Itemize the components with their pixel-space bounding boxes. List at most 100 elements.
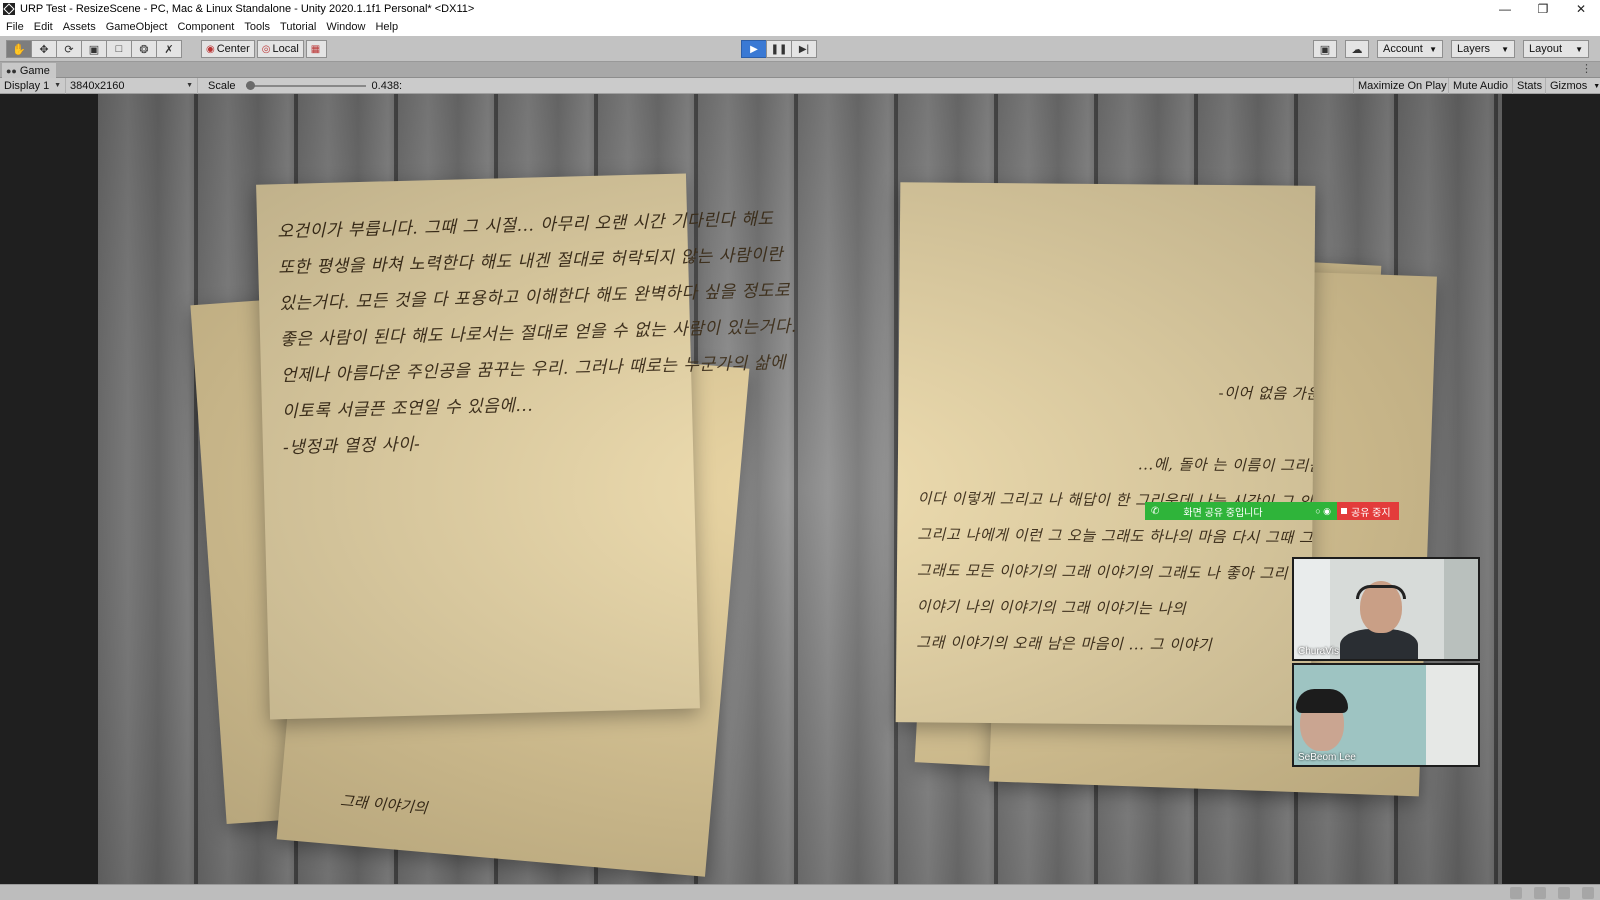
letter-line: 그래도 모든 이야기의 그래 이야기의 그래도 나 좋아 그리	[916, 561, 1289, 583]
pivot-center-button[interactable]: ◉ Center	[201, 40, 255, 58]
pause-button[interactable]: ❚❚	[766, 40, 792, 58]
letter-paper-right[interactable]: -이어 없음 가운데- ...에, 돌아 는 이름이 그리움이 남아 이다 이렇…	[895, 182, 1316, 726]
letter-paper-left[interactable]: 오건이가 부릅니다. 그때 그 시절... 아무리 오랜 시간 기다린다 해도 …	[256, 173, 797, 720]
stats-label: Stats	[1517, 80, 1543, 92]
menu-tools[interactable]: Tools	[244, 21, 277, 33]
screen-share-status[interactable]: ✆ 화면 공유 중입니다 ○ ◉	[1145, 502, 1337, 520]
lighting-icon[interactable]	[1558, 887, 1570, 899]
menu-assets[interactable]: Assets	[63, 21, 103, 33]
rotate-tool-button[interactable]: ⟳	[56, 40, 82, 58]
minimize-icon: —	[1499, 2, 1511, 16]
stats-toggle[interactable]: Stats	[1512, 78, 1546, 94]
scale-value: 0.438:	[371, 79, 403, 92]
account-dropdown[interactable]: Account ▼	[1377, 40, 1443, 58]
chevron-down-icon: ▼	[186, 82, 193, 89]
play-controls: ▶ ❚❚ ▶|	[741, 40, 817, 58]
participant-hair	[1296, 689, 1348, 713]
menu-window[interactable]: Window	[326, 21, 372, 33]
pivot-local-label: Local	[272, 43, 299, 55]
play-icon: ▶	[750, 43, 758, 55]
scale-tool-button[interactable]: ▣	[81, 40, 107, 58]
letter-line: 그리고 나에게 이런 그 오늘 그래도 하나의 마음 다시 그때 그 이야기 그	[917, 525, 1315, 547]
cloud-button[interactable]: ☁	[1345, 40, 1369, 58]
back-paper-text: 그래 이야기의	[339, 791, 429, 818]
letter-line: 오건이가 부릅니다. 그때 그 시절... 아무리 오랜 시간 기다린다 해도	[277, 209, 774, 243]
move-tool-button[interactable]: ✥	[31, 40, 57, 58]
menu-component[interactable]: Component	[177, 21, 241, 33]
rect-tool-icon: □	[115, 43, 123, 55]
screen-share-bar: ✆ 화면 공유 중입니다 ○ ◉ 공유 중지	[1145, 502, 1399, 520]
letter-line: 좋은 사람이 된다 해도 나로서는 절대로 얻을 수 없는 사람이 있는거다.	[279, 316, 798, 351]
step-button[interactable]: ▶|	[791, 40, 817, 58]
letter-text-left: 오건이가 부릅니다. 그때 그 시절... 아무리 오랜 시간 기다린다 해도 …	[277, 201, 800, 466]
move-tool-icon: ✥	[39, 43, 49, 56]
close-button[interactable]: ✕	[1562, 0, 1600, 18]
menu-edit[interactable]: Edit	[34, 21, 60, 33]
game-viewport[interactable]: 그래 이야기의 오건이가 부릅니다. 그때 그 시절... 아무리 오랜 시간 …	[0, 94, 1600, 884]
participant-video[interactable]: SeBeom Lee	[1292, 663, 1480, 767]
hand-tool-button[interactable]: ✋	[6, 40, 32, 58]
tab-game[interactable]: ●● Game	[2, 63, 56, 78]
collab-button[interactable]: ▣	[1313, 40, 1337, 58]
share-options-icon[interactable]: ○ ◉	[1315, 506, 1331, 517]
stop-share-button[interactable]: 공유 중지	[1337, 502, 1399, 520]
letter-line: -이어 없음 가운데-	[1218, 383, 1316, 404]
pivot-local-button[interactable]: ◎ Local	[256, 40, 304, 58]
letter-line: 또한 평생을 바쳐 노력한다 해도 내겐 절대로 허락되지 않는 사람이란	[278, 244, 784, 279]
display-dropdown[interactable]: Display 1 ▼	[0, 77, 66, 94]
tab-menu-icon[interactable]: ⋮	[1581, 62, 1592, 75]
participant-body	[1340, 629, 1418, 659]
maximize-on-play-toggle[interactable]: Maximize On Play	[1353, 78, 1451, 94]
menu-file[interactable]: File	[6, 21, 31, 33]
console-icon[interactable]	[1510, 887, 1522, 899]
mute-audio-toggle[interactable]: Mute Audio	[1448, 78, 1512, 94]
collab-icon: ▣	[1319, 43, 1331, 56]
custom-tool-button[interactable]: ✗	[156, 40, 182, 58]
chevron-down-icon: ▼	[1429, 44, 1437, 54]
scale-slider-knob[interactable]	[245, 80, 255, 90]
resolution-dropdown[interactable]: 3840x2160 ▼	[66, 77, 198, 94]
account-label: Account	[1383, 43, 1423, 55]
layout-dropdown[interactable]: Layout ▼	[1523, 40, 1589, 58]
participant-name: SeBeom Lee	[1298, 752, 1356, 763]
cloud-icon: ☁	[1351, 43, 1363, 56]
mute-audio-label: Mute Audio	[1453, 80, 1509, 92]
gizmos-label: Gizmos	[1550, 80, 1588, 92]
participant-video[interactable]: ChuraVis	[1292, 557, 1480, 661]
gizmos-toggle[interactable]: Gizmos ▼	[1545, 78, 1600, 94]
progress-icon[interactable]	[1582, 887, 1594, 899]
minimize-button[interactable]: —	[1486, 0, 1524, 18]
gamepad-icon: ●●	[6, 65, 17, 76]
right-toolbar: ▣ ☁ Account ▼ Layers ▼ Layout ▼	[1313, 40, 1589, 58]
local-space-icon: ◎	[261, 43, 271, 55]
layers-dropdown[interactable]: Layers ▼	[1451, 40, 1515, 58]
custom-tool-icon: ✗	[164, 43, 174, 56]
headphones-icon	[1356, 585, 1406, 599]
scale-slider[interactable]	[245, 78, 366, 94]
stop-share-label: 공유 중지	[1351, 507, 1391, 519]
pause-icon: ❚❚	[770, 43, 788, 55]
menu-gameobject[interactable]: GameObject	[106, 21, 175, 33]
cache-icon[interactable]	[1534, 887, 1546, 899]
participant-name: ChuraVis	[1298, 646, 1339, 657]
stop-icon	[1341, 508, 1347, 514]
pivot-controls: ◉ Center ◎ Local ▦	[201, 40, 329, 58]
menu-help[interactable]: Help	[375, 21, 405, 33]
restore-button[interactable]: ❐	[1524, 0, 1562, 18]
letter-signature: -냉정과 열정 사이-	[282, 434, 421, 459]
window-controls: — ❐ ✕	[1486, 0, 1600, 18]
play-button[interactable]: ▶	[741, 40, 767, 58]
main-toolbar: ✋ ✥ ⟳ ▣ □ ❂ ✗ ◉ Center ◎ Local ▦ ▶ ❚❚ ▶| ▣…	[0, 36, 1600, 62]
rect-tool-button[interactable]: □	[106, 40, 132, 58]
transform-tool-button[interactable]: ❂	[131, 40, 157, 58]
letter-line: 이야기 나의 이야기의 그래 이야기는 나의	[916, 597, 1187, 618]
grid-snap-button[interactable]: ▦	[305, 40, 328, 58]
pivot-icon: ◉	[206, 43, 215, 55]
layers-label: Layers	[1457, 43, 1491, 55]
menu-tutorial[interactable]: Tutorial	[280, 21, 323, 33]
scale-slider-track	[245, 84, 366, 87]
transform-tool-icon: ❂	[139, 43, 149, 56]
status-bar	[0, 884, 1600, 900]
transform-tools: ✋ ✥ ⟳ ▣ □ ❂ ✗	[6, 40, 182, 58]
letter-back-paper-left	[190, 273, 676, 825]
